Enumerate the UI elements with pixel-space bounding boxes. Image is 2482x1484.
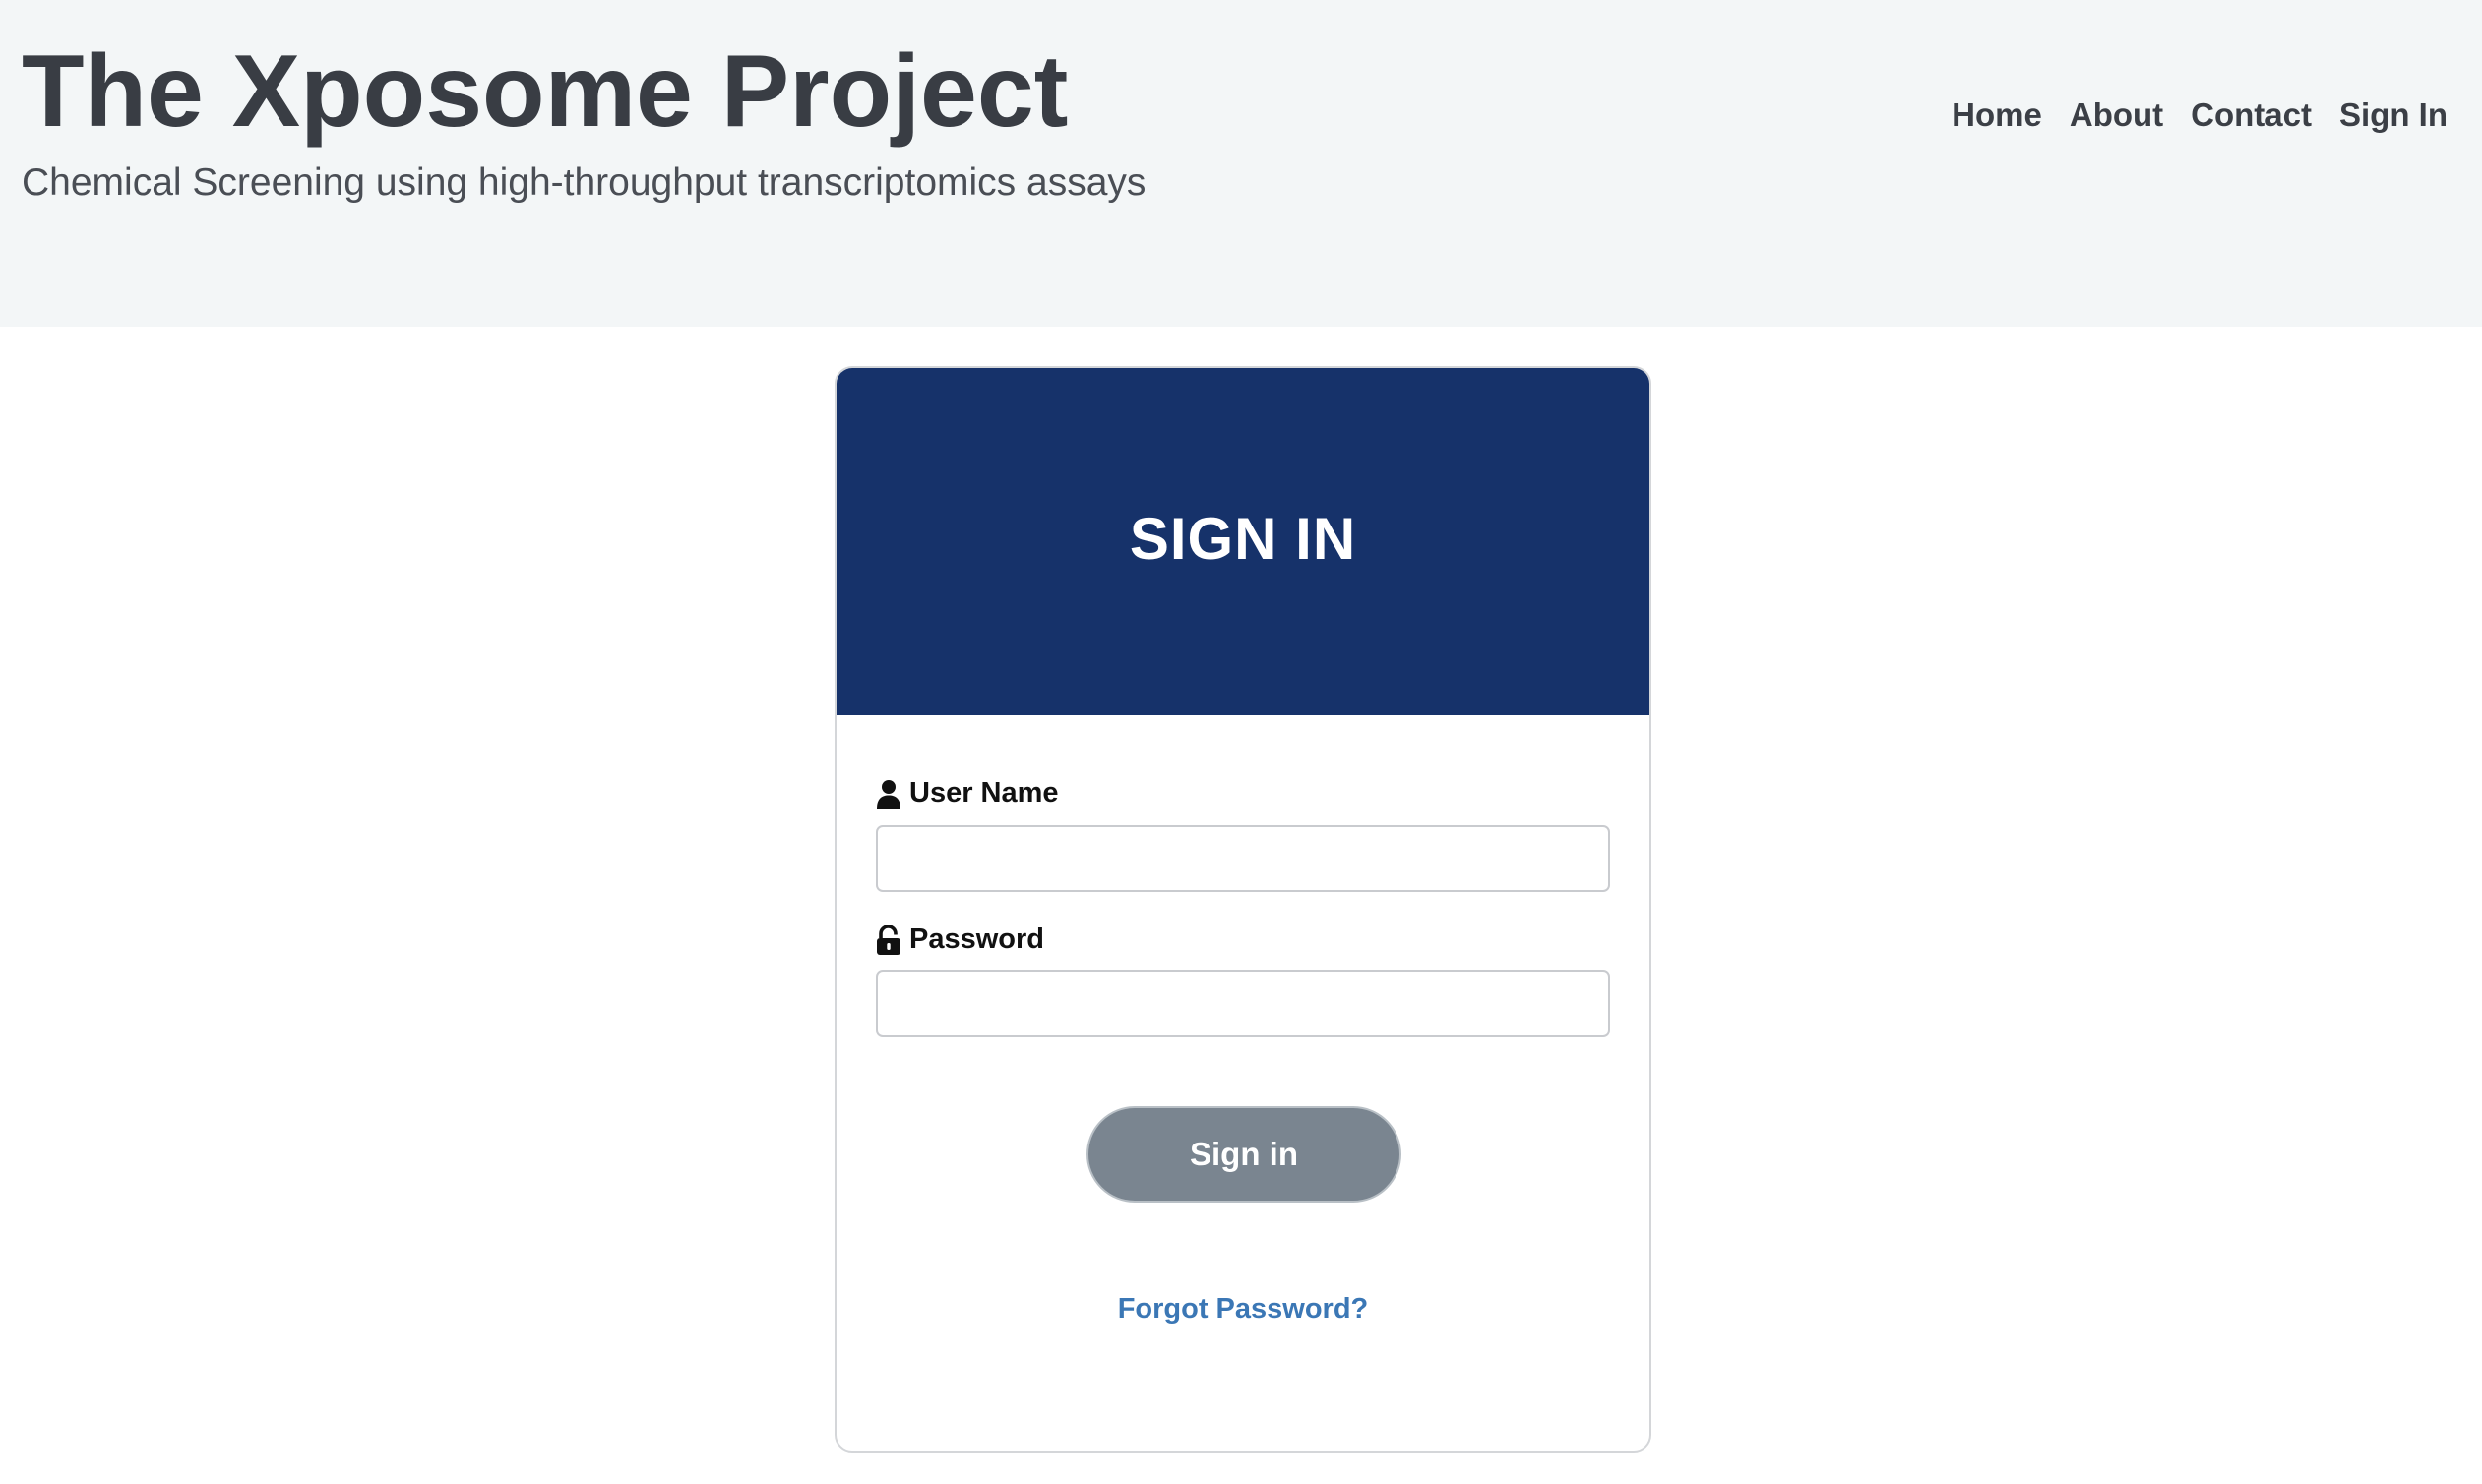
password-input[interactable] [876,970,1610,1037]
password-label: Password [876,923,1044,956]
nav-home-link[interactable]: Home [1952,96,2042,134]
nav-contact-link[interactable]: Contact [2191,96,2312,134]
signin-card: SIGN IN User Name Password Sign in Forgo… [835,366,1651,1453]
site-header: The Xposome Project Chemical Screening u… [0,0,2482,327]
signin-submit-button[interactable]: Sign in [1086,1106,1401,1203]
site-tagline: Chemical Screening using high-throughput… [22,161,1147,204]
nav-about-link[interactable]: About [2070,96,2163,134]
top-nav: Home About Contact Sign In [1952,96,2448,134]
forgot-password-link[interactable]: Forgot Password? [837,1293,1649,1326]
signin-card-header: SIGN IN [837,368,1649,715]
username-label-text: User Name [909,777,1059,809]
signin-title: SIGN IN [1129,506,1357,572]
lock-open-icon [876,924,901,955]
site-title: The Xposome Project [22,34,1069,149]
username-label: User Name [876,777,1059,810]
user-icon [876,779,901,809]
nav-signin-link[interactable]: Sign In [2339,96,2448,134]
username-input[interactable] [876,825,1610,892]
password-label-text: Password [909,923,1044,955]
